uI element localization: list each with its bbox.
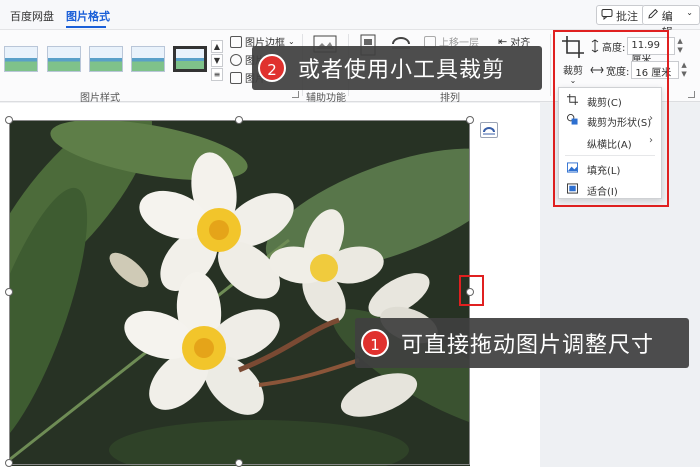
comment-label: 批注 — [616, 10, 638, 23]
picture-style-thumbnail[interactable] — [47, 46, 81, 72]
chevron-right-icon: › — [649, 113, 653, 124]
width-spinner[interactable]: ▲ ▼ — [681, 61, 690, 79]
chevron-down-icon: ⌄ — [686, 8, 693, 17]
shape-crop-icon — [567, 114, 578, 125]
tab-picture-format[interactable]: 图片格式 — [66, 8, 110, 24]
size-dialog-launcher-icon[interactable] — [688, 91, 695, 98]
picture-style-thumbnail[interactable] — [173, 46, 207, 72]
menu-item-label: 裁剪(C) — [587, 98, 622, 109]
menu-item-label: 裁剪为形状(S) — [587, 118, 652, 129]
assist-group-label: 辅助功能 — [306, 93, 346, 104]
layout-options-icon[interactable] — [480, 122, 498, 138]
callout-crop-tool: 2 或者使用小工具裁剪 — [252, 46, 542, 90]
menu-item-label: 适合(I) — [587, 187, 618, 198]
tab-baidu-netdisk[interactable]: 百度网盘 — [10, 8, 54, 24]
height-spinner[interactable]: ▲ ▼ — [677, 37, 686, 55]
picture-style-thumbnail[interactable] — [89, 46, 123, 72]
resize-handle[interactable] — [466, 116, 474, 124]
crop-dropdown-menu: 裁剪(C) 裁剪为形状(S) › 纵横比(A) › 填充(L) 适合(I) — [558, 87, 662, 199]
resize-handle-highlight — [459, 275, 484, 306]
border-icon — [230, 35, 242, 48]
menu-item-label: 纵横比(A) — [587, 140, 632, 151]
plumeria-image — [9, 120, 470, 466]
picture-style-thumbnail[interactable] — [4, 46, 38, 72]
fit-icon — [567, 183, 578, 194]
callout-text: 可直接拖动图片调整尺寸 — [401, 333, 655, 358]
resize-handle[interactable] — [235, 116, 243, 124]
pencil-icon — [648, 8, 658, 19]
callout-text: 或者使用小工具裁剪 — [298, 58, 506, 83]
effects-icon — [230, 53, 242, 66]
fill-icon — [567, 162, 578, 173]
resize-handle[interactable] — [5, 459, 13, 467]
layout-icon — [230, 71, 242, 84]
dialog-launcher-icon[interactable] — [292, 91, 299, 98]
menu-item-label: 填充(L) — [587, 166, 621, 177]
picture-style-thumbnail[interactable] — [131, 46, 165, 72]
comment-icon — [601, 9, 613, 20]
callout-number: 2 — [258, 54, 286, 82]
resize-handle[interactable] — [235, 459, 243, 467]
menu-item-fill[interactable]: 填充(L) — [559, 158, 661, 178]
flower-photo[interactable] — [9, 120, 470, 466]
menu-item-crop-to-shape[interactable]: 裁剪为形状(S) › — [559, 110, 661, 130]
ribbon-tab-bar: 百度网盘 图片格式 批注 编辑 ⌄ — [0, 0, 700, 39]
chevron-down-icon: ⌄ — [288, 37, 295, 46]
picture-styles-group-label: 图片样式 — [80, 93, 120, 104]
active-tab-indicator — [66, 26, 106, 28]
menu-item-fit[interactable]: 适合(I) — [559, 179, 661, 199]
comment-button[interactable]: 批注 — [596, 5, 645, 25]
menu-separator — [565, 155, 655, 156]
menu-item-crop[interactable]: 裁剪(C) — [559, 90, 661, 110]
edit-button[interactable]: 编辑 ⌄ — [642, 5, 700, 39]
chevron-right-icon: › — [649, 135, 653, 146]
resize-handle[interactable] — [5, 116, 13, 124]
gallery-more-button[interactable]: ≡ — [211, 68, 223, 81]
resize-handle[interactable] — [5, 288, 13, 296]
crop-icon — [567, 94, 578, 105]
callout-number: 1 — [361, 329, 389, 357]
gallery-scroll-down[interactable]: ▼ — [211, 54, 223, 67]
gallery-scroll-up[interactable]: ▲ — [211, 40, 223, 53]
menu-item-aspect-ratio[interactable]: 纵横比(A) › — [559, 132, 661, 152]
callout-drag-resize: 1 可直接拖动图片调整尺寸 — [355, 318, 689, 368]
ribbon-separator — [550, 34, 551, 96]
arrange-group-label: 排列 — [440, 93, 460, 104]
